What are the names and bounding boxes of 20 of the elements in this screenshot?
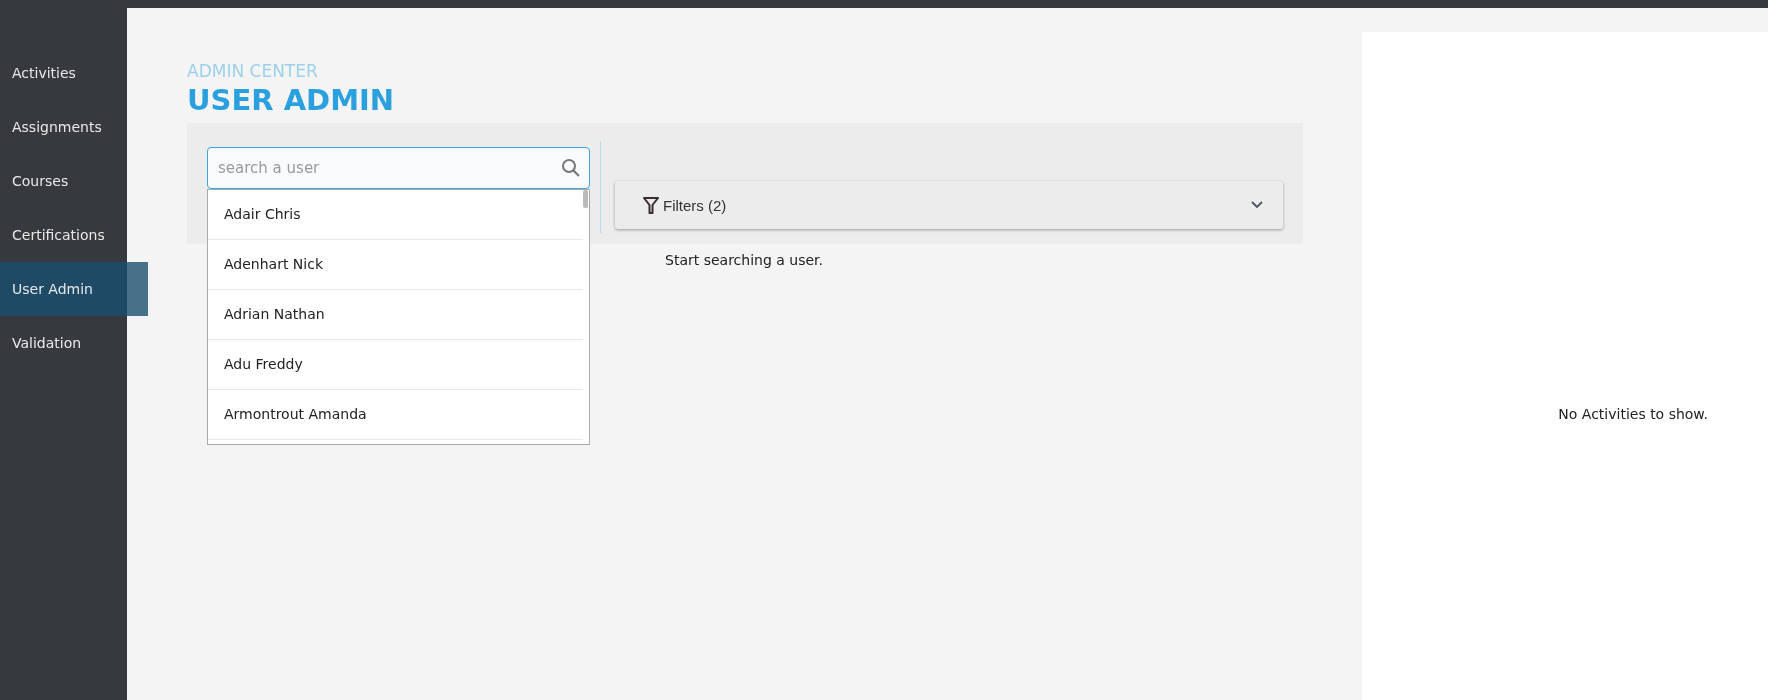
page-title: USER ADMIN <box>187 83 395 117</box>
suggestion-item[interactable]: Adair Chris <box>208 190 583 240</box>
sidebar-item[interactable]: Courses <box>0 154 127 208</box>
suggestion-item[interactable]: Adenhart Nick <box>208 240 583 290</box>
empty-message: No Activities to show. <box>1558 406 1708 422</box>
suggestion-item[interactable]: Adu Freddy <box>208 340 583 390</box>
empty-message: Start searching a user. <box>665 252 823 268</box>
suggestion-item[interactable]: Adrian Nathan <box>208 290 583 340</box>
sidebar-item[interactable]: User Admin <box>0 262 148 316</box>
sidebar-item[interactable]: Assignments <box>0 100 127 154</box>
search-field[interactable]: search a user <box>207 147 590 189</box>
sidebar-item[interactable]: Validation <box>0 316 127 370</box>
search-icon <box>561 158 581 178</box>
filters-button[interactable]: Filters (2) <box>615 181 1283 229</box>
section-subtitle: ADMIN CENTER <box>187 61 318 81</box>
scrollbar-thumb[interactable] <box>583 190 588 208</box>
filter-icon <box>643 196 659 214</box>
sidebar-item[interactable]: Certifications <box>0 208 127 262</box>
sidebar-item[interactable]: Activities <box>0 46 127 100</box>
suggestion-item[interactable]: Armontrout Amanda <box>208 390 583 440</box>
